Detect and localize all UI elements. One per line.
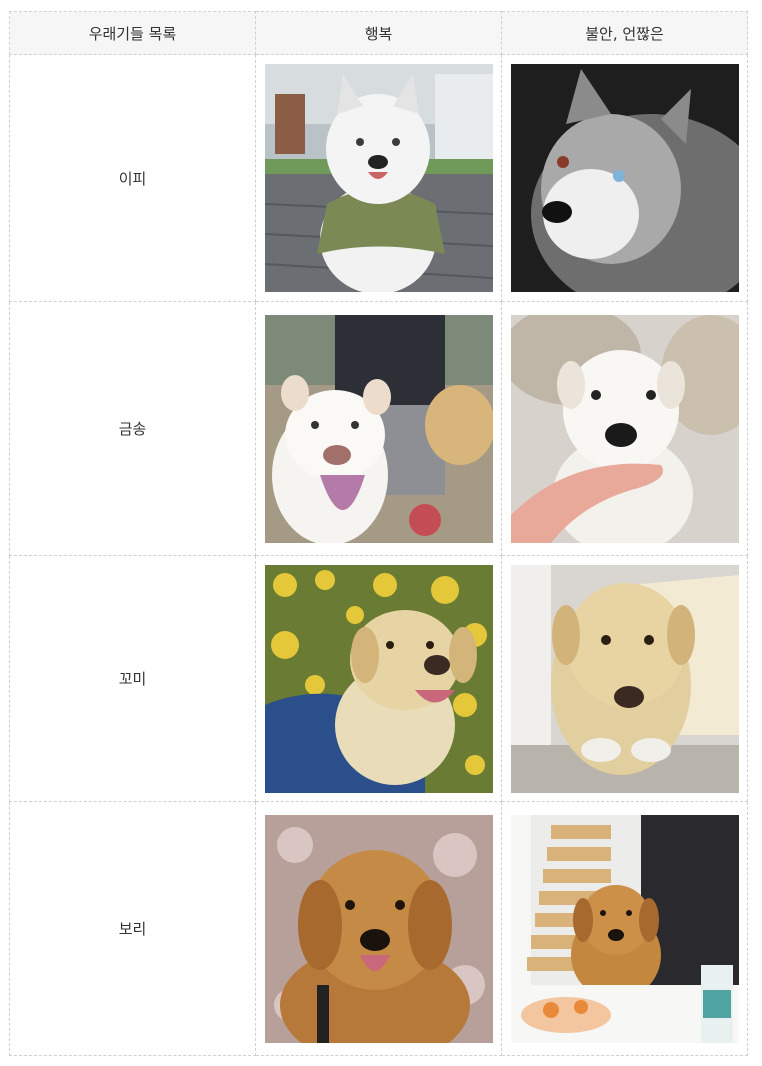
anxious-photo-cell (501, 555, 748, 802)
anxious-photo-cell (501, 301, 748, 556)
table-row: 보리 (9, 801, 748, 1056)
header-anxious: 불안, 언짢은 (501, 11, 748, 55)
dog-name-cell: 금송 (9, 301, 256, 556)
dog-name-cell: 보리 (9, 801, 256, 1056)
happy-photo-cell (255, 301, 502, 556)
white-dog-chin-in-hand-photo (510, 314, 739, 543)
yellow-lab-looking-up-photo (510, 564, 739, 793)
white-dog-tongue-out-photo (264, 314, 493, 543)
golden-retriever-by-stairs-photo (510, 814, 739, 1043)
happy-photo-cell (255, 801, 502, 1056)
table-row: 금송 (9, 301, 748, 556)
dog-name-cell: 꼬미 (9, 555, 256, 802)
table-row: 이피 (9, 54, 748, 302)
header-dog-list: 우래기들 목록 (9, 11, 256, 55)
happy-photo-cell (255, 555, 502, 802)
dog-name-cell: 이피 (9, 54, 256, 302)
yellow-lab-blue-harness-photo (264, 564, 493, 793)
dog-mood-table-container: 우래기들 목록 행복 불안, 언짢은 이피 금송 꼬미 보리 (9, 11, 748, 1056)
happy-photo-cell (255, 54, 502, 302)
gray-husky-heterochromia-photo (510, 64, 739, 292)
anxious-photo-cell (501, 54, 748, 302)
dog-mood-table: 우래기들 목록 행복 불안, 언짢은 이피 금송 꼬미 보리 (9, 11, 748, 1056)
table-row: 꼬미 (9, 555, 748, 802)
table-header-row: 우래기들 목록 행복 불안, 언짢은 (9, 11, 748, 55)
golden-retriever-smiling-photo (264, 814, 493, 1043)
anxious-photo-cell (501, 801, 748, 1056)
header-happy: 행복 (255, 11, 502, 55)
white-husky-in-green-vest-photo (264, 64, 493, 292)
